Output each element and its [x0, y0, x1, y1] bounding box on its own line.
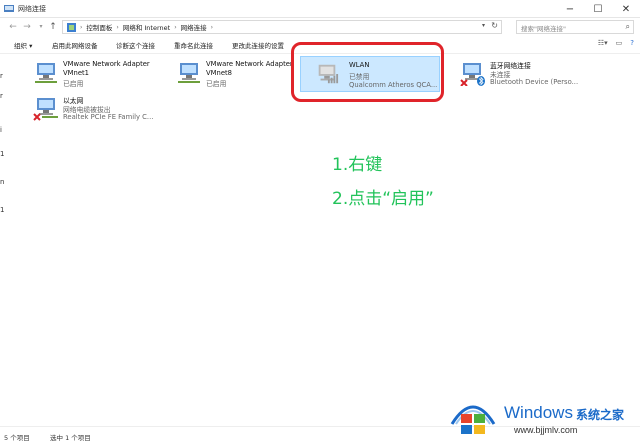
ethernet-adapter-icon	[33, 98, 58, 121]
change-settings-button[interactable]: 更改此连接的设置	[232, 40, 284, 50]
breadcrumb-item-control-panel[interactable]: 控制面板	[86, 22, 112, 32]
address-dropdown-icon[interactable]: ▾	[482, 22, 485, 29]
list-item-ethernet[interactable]: 以太网 网络电缆被拔出 Realtek PCIe FE Family C...	[33, 95, 163, 137]
breadcrumb-separator: ›	[116, 23, 119, 31]
item-device: Realtek PCIe FE Family C...	[63, 113, 154, 121]
search-icon: ⌕	[625, 22, 630, 31]
bluetooth-adapter-icon	[460, 63, 485, 86]
item-count: 5 个项目	[4, 434, 30, 442]
address-bar: ← → ▾ ↑ › 控制面板 › 网络和 Internet › 网络连接 › ▾…	[0, 18, 640, 36]
close-button[interactable]: ✕	[612, 0, 640, 18]
left-edge-glyph: r	[0, 92, 3, 100]
item-name-line2: VMnet1	[63, 69, 89, 77]
view-controls: ☷▾ ▭ ?	[598, 39, 634, 47]
minimize-button[interactable]: −	[556, 0, 584, 18]
back-arrow-icon[interactable]: ←	[8, 21, 18, 33]
connections-list: r r i 1 n 1 VMware Network Adapter VMnet…	[0, 42, 640, 424]
watermark-logo-icon	[450, 405, 496, 434]
view-options-icon[interactable]: ☷▾	[598, 39, 608, 47]
item-name: VMware Network Adapter	[206, 60, 293, 68]
list-item-vmnet8[interactable]: VMware Network Adapter VMnet8 已启用	[176, 60, 296, 102]
breadcrumb-separator: ›	[174, 23, 177, 31]
item-status: 已启用	[206, 80, 227, 88]
left-edge-glyph: n	[0, 178, 5, 186]
breadcrumb-item-network-connections[interactable]: 网络连接	[181, 22, 207, 32]
left-edge-glyph: i	[0, 126, 2, 134]
breadcrumb-item-network-internet[interactable]: 网络和 Internet	[123, 22, 170, 32]
annotation-step-2: 2.点击“启用”	[332, 189, 434, 209]
selected-count: 选中 1 个项目	[50, 434, 91, 442]
network-adapter-icon	[178, 63, 200, 83]
enable-device-button[interactable]: 启用此网络设备	[52, 40, 98, 50]
breadcrumb-separator: ›	[80, 23, 83, 31]
control-panel-icon	[67, 22, 76, 32]
item-status: 已启用	[63, 80, 84, 88]
search-input[interactable]: 搜索"网络连接" ⌕	[516, 20, 634, 34]
window-title: 网络连接	[18, 5, 46, 13]
item-device: Bluetooth Device (Perso...	[490, 78, 579, 86]
watermark-cn: 系统之家	[576, 408, 625, 422]
breadcrumb-separator: ›	[210, 23, 214, 31]
left-edge-glyph: 1	[0, 206, 5, 214]
watermark: Windows 系统之家 www.bjjmlv.com	[448, 394, 638, 442]
up-arrow-icon[interactable]: ↑	[48, 21, 58, 33]
network-adapter-icon	[35, 63, 57, 83]
search-placeholder: 搜索"网络连接"	[521, 25, 566, 33]
breadcrumb[interactable]: › 控制面板 › 网络和 Internet › 网络连接 › ▾ ↻	[62, 20, 502, 34]
watermark-brand: Windows	[504, 403, 573, 422]
maximize-button[interactable]: ☐	[584, 0, 612, 18]
diagnose-connection-button[interactable]: 诊断这个连接	[116, 40, 155, 50]
organize-menu-button[interactable]: 组织 ▾	[14, 40, 32, 50]
title-bar: 网络连接 − ☐ ✕	[0, 0, 640, 18]
forward-arrow-icon[interactable]: →	[22, 21, 32, 33]
recent-locations-icon[interactable]: ▾	[36, 21, 46, 33]
preview-pane-icon[interactable]: ▭	[616, 39, 623, 47]
left-edge-glyph: 1	[0, 150, 5, 158]
rename-connection-button[interactable]: 重命名此连接	[174, 40, 213, 50]
network-connections-icon	[4, 5, 14, 12]
watermark-url: www.bjjmlv.com	[514, 425, 578, 435]
item-name: VMware Network Adapter	[63, 60, 150, 68]
highlight-circle	[291, 42, 444, 102]
left-edge-glyph: r	[0, 72, 3, 80]
help-icon[interactable]: ?	[630, 39, 634, 47]
item-name-line2: VMnet8	[206, 69, 232, 77]
annotation-step-1: 1.右键	[332, 155, 383, 175]
list-item-bluetooth[interactable]: 蓝牙网络连接 未连接 Bluetooth Device (Perso...	[460, 60, 600, 102]
refresh-icon[interactable]: ↻	[491, 21, 498, 30]
